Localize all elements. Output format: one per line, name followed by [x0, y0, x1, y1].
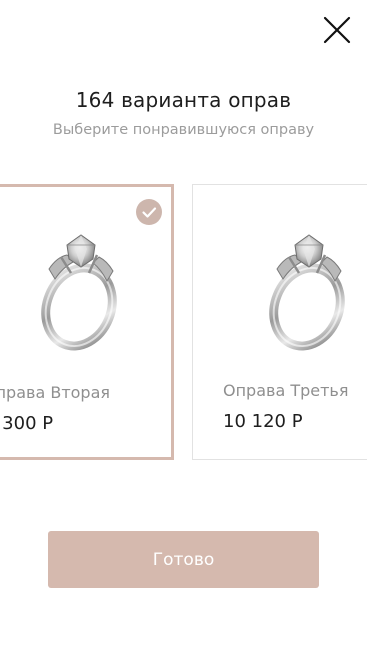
frame-card-third[interactable]: Оправа Третья 10 120 Р	[192, 184, 367, 460]
frame-name: Оправа Вторая	[0, 383, 111, 402]
done-button[interactable]: Готово	[48, 531, 319, 588]
ring-icon	[41, 234, 117, 351]
close-button[interactable]	[321, 14, 353, 46]
frame-price: 10 120 Р	[223, 411, 303, 432]
frame-price: 4 300 Р	[0, 413, 54, 434]
page-subtitle: Выберите понравившуюся оправу	[52, 122, 315, 138]
frame-carousel[interactable]: Оправа Вторая 4 300 Р	[0, 184, 367, 460]
frame-name: Оправа Третья	[223, 381, 349, 400]
selected-check-badge	[136, 199, 162, 225]
close-icon	[323, 16, 351, 44]
ring-icon	[269, 234, 345, 351]
check-icon	[142, 207, 157, 218]
page-title: 164 варианта оправ	[75, 88, 292, 112]
frame-card-second[interactable]: Оправа Вторая 4 300 Р	[0, 184, 174, 460]
